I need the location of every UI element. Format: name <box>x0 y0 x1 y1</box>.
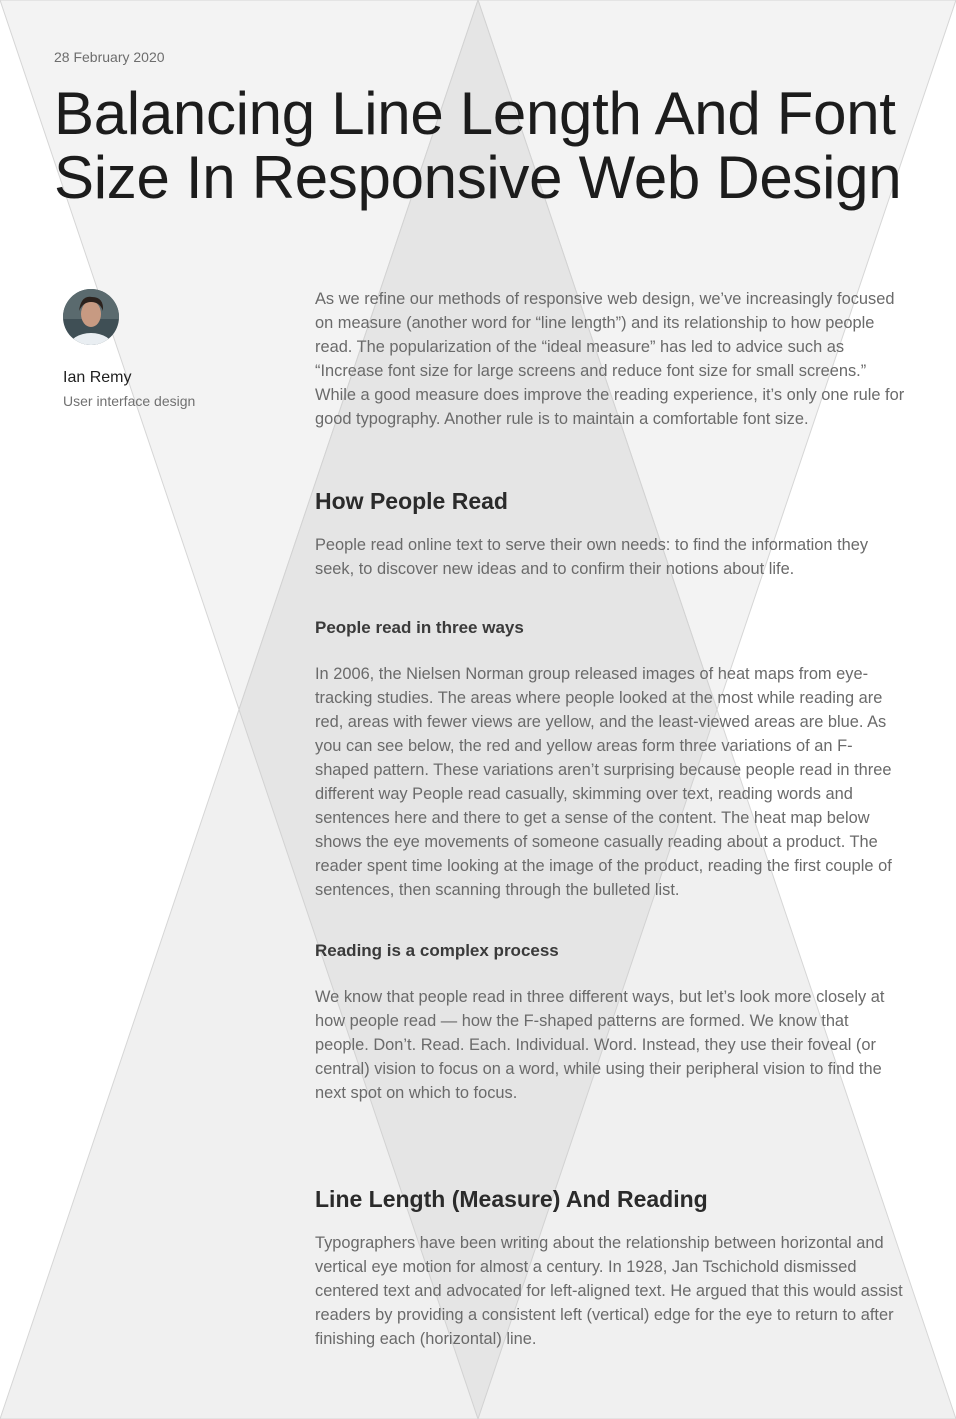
paragraph-line-length: Typographers have been writing about the… <box>315 1234 903 1348</box>
article-page: 28 February 2020 Balancing Line Length A… <box>0 0 956 1419</box>
section-heading-how-people-read: How People Read <box>315 488 508 514</box>
author-avatar[interactable] <box>63 289 119 345</box>
paragraph-three-ways: In 2006, the Nielsen Norman group releas… <box>315 665 892 899</box>
author-role: User interface design <box>63 393 196 409</box>
subheading-complex-process: Reading is a complex process <box>315 941 559 960</box>
author-name[interactable]: Ian Remy <box>63 369 263 387</box>
section-heading-line-length: Line Length (Measure) And Reading <box>315 1186 708 1212</box>
page-title: Balancing Line Length And Font Size In R… <box>54 80 902 211</box>
paragraph-how-people-read: People read online text to serve their o… <box>315 536 869 578</box>
article-body: As we refine our methods of responsive w… <box>315 287 905 1351</box>
subheading-three-ways: People read in three ways <box>315 618 524 637</box>
paragraph-complex-process: We know that people read in three differ… <box>315 988 885 1102</box>
author-card[interactable]: Ian Remy User interface design <box>63 289 263 409</box>
intro-paragraph: As we refine our methods of responsive w… <box>315 290 905 428</box>
publish-date: 28 February 2020 <box>54 49 165 65</box>
